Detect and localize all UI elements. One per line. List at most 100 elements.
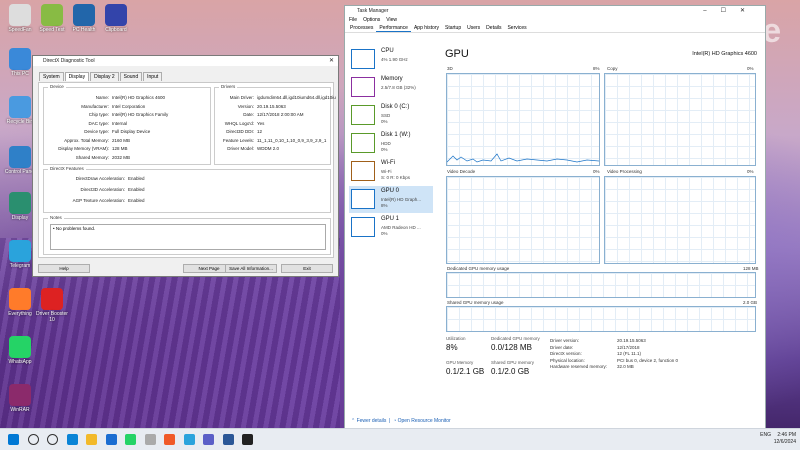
taskmgr-titlebar[interactable]: Task Manager –☐✕ <box>345 6 765 16</box>
info-value: Enabled <box>128 176 145 181</box>
desktop-icon[interactable]: Driver Booster 10 <box>34 288 70 323</box>
sidebar-item-name: Memory <box>381 76 403 82</box>
stat-value: 0.0/128 MB <box>491 343 532 352</box>
taskbar-app-icon[interactable] <box>144 434 156 445</box>
graph-copy[interactable] <box>604 73 756 166</box>
sidebar-item[interactable]: Disk 1 (W:) HDD 0% <box>349 130 433 157</box>
taskbar: ENG 2:46 PM 12/6/2024 <box>0 428 800 450</box>
menu-item[interactable]: File <box>349 17 357 23</box>
info-key: Date: <box>243 112 254 117</box>
sidebar-item[interactable]: GPU 1 AMD Radeon HD ... 0% <box>349 214 433 241</box>
dedicated-memory-max: 128 MB <box>743 266 759 271</box>
info-key: Display Memory (VRAM): <box>58 146 109 151</box>
info-value: igdumdim64.dll,igd10iumd64.dll,igd10iu <box>257 95 336 100</box>
sidebar-item[interactable]: Memory 2.5/7.8 GB (32%) <box>349 74 433 101</box>
clock-time: 2:46 PM <box>777 432 796 438</box>
menu-item[interactable]: View <box>386 17 397 23</box>
dxdiag-titlebar[interactable]: DirectX Diagnostic Tool ✕ <box>33 56 338 66</box>
maximize-icon[interactable]: ☐ <box>721 8 740 14</box>
taskbar-app-icon[interactable] <box>105 434 117 445</box>
shared-memory-max: 2.0 GB <box>743 300 758 305</box>
taskmgr-tab[interactable]: Processes <box>347 24 376 32</box>
taskbar-app-icon[interactable] <box>222 434 234 445</box>
taskbar-app-icon[interactable] <box>47 434 58 445</box>
taskbar-app-icon[interactable] <box>183 434 195 445</box>
dedicated-memory-label: Dedicated GPU memory usage <box>447 266 510 271</box>
taskmgr-tab[interactable]: App history <box>411 24 442 32</box>
taskbar-app-icon[interactable] <box>125 434 136 445</box>
info-key: Version: <box>237 103 254 109</box>
desktop-icon[interactable]: Everything <box>2 288 38 317</box>
desktop-icon[interactable]: WinRAR <box>2 384 38 413</box>
app-icon <box>9 146 31 168</box>
desktop-icon[interactable]: SpeedFan <box>2 4 38 33</box>
taskmgr-tab[interactable]: Users <box>464 24 483 32</box>
taskmgr-tab[interactable]: Details <box>483 24 504 32</box>
info-key: Chip type: <box>88 112 109 117</box>
taskbar-app-icon[interactable] <box>242 434 253 445</box>
sidebar-item[interactable]: CPU 4% 1.90 GHz <box>349 46 433 73</box>
taskmgr-tab[interactable]: Performance <box>376 24 411 32</box>
start-icon[interactable] <box>8 434 19 445</box>
graph-shared-memory[interactable] <box>446 306 756 332</box>
desktop-icon[interactable]: WhatsApp <box>2 336 38 365</box>
taskmgr-title: Task Manager <box>357 8 389 14</box>
info-value: Intel Corporation <box>112 103 146 109</box>
sidebar-thumbnail-graph <box>351 133 375 153</box>
taskbar-app-icon[interactable] <box>164 434 175 445</box>
tray-language[interactable]: ENG <box>760 432 771 438</box>
system-tray[interactable]: ENG 2:46 PM 12/6/2024 <box>760 432 796 446</box>
fewer-details-link[interactable]: Fewer details <box>357 418 387 424</box>
dxdiag-tab[interactable]: System <box>39 72 64 81</box>
graph-dedicated-memory[interactable] <box>446 272 756 298</box>
open-resource-monitor-link[interactable]: Open Resource Monitor <box>398 418 451 424</box>
desktop-icon[interactable]: Speed Test <box>34 4 70 33</box>
menu-item[interactable]: Options <box>363 17 380 23</box>
info-value: Enabled <box>128 187 145 192</box>
dxdiag-tab[interactable]: Input <box>143 72 163 81</box>
dxdiag-tabs: System Display Display 2 Sound Input <box>33 66 338 81</box>
graph-3d[interactable] <box>446 73 600 166</box>
save-info-button[interactable]: Save All Information... <box>225 264 277 273</box>
taskmgr-tab[interactable]: Startup <box>442 24 464 32</box>
info-row: Approx. Total Memory: 2160 MB <box>47 138 130 143</box>
sidebar-item[interactable]: GPU 0 Intel(R) HD Graph... 8% <box>349 186 433 213</box>
info-row: Direct3D Acceleration: Enabled <box>47 187 145 192</box>
gpu-model: Intel(R) HD Graphics 4600 <box>692 51 757 57</box>
app-icon <box>41 4 63 26</box>
help-button[interactable]: Help <box>38 264 90 273</box>
close-icon[interactable]: ✕ <box>740 8 759 14</box>
taskbar-app-icon[interactable] <box>66 434 78 445</box>
graph-copy-pct: 0% <box>747 66 754 71</box>
sidebar-item[interactable]: Wi-Fi Wi-Fi S: 0 R: 0 Kbps <box>349 158 433 185</box>
info-key: Shared Memory: <box>75 154 109 160</box>
info-value: Intel(R) HD Graphics Family <box>112 112 169 117</box>
stat-label: Utilization <box>446 336 466 341</box>
app-icon <box>9 4 31 26</box>
graph-video-decode[interactable] <box>446 176 600 264</box>
desktop-icon-label: Clipboard <box>105 27 127 33</box>
sidebar-item-sub: Wi-Fi <box>381 169 392 174</box>
notes-group: Notes • No problems found. <box>43 215 331 255</box>
dxdiag-tab[interactable]: Display 2 <box>90 72 119 81</box>
info-key: Direct3D DDI: <box>226 129 254 134</box>
minimize-icon[interactable]: – <box>703 8 720 14</box>
desktop-icon[interactable]: Clipboard <box>98 4 134 33</box>
taskbar-app-icon[interactable] <box>86 434 97 445</box>
info-value: 20.19.15.5063 <box>257 103 286 109</box>
graph-video-processing[interactable] <box>604 176 756 264</box>
sidebar-item[interactable]: Disk 0 (C:) SSD 0% <box>349 102 433 129</box>
desktop-icon[interactable]: PC Health <box>66 4 102 33</box>
dxdiag-tab[interactable]: Sound <box>119 72 143 81</box>
notes-box[interactable]: • No problems found. <box>50 224 326 250</box>
taskmgr-tab[interactable]: Services <box>504 24 529 32</box>
dxdiag-tab[interactable]: Display <box>64 72 90 81</box>
taskbar-app-icon[interactable] <box>203 434 214 445</box>
chevron-up-icon[interactable]: ⌃ <box>351 418 355 424</box>
app-icon <box>9 192 31 214</box>
exit-button[interactable]: Exit <box>281 264 333 273</box>
close-icon[interactable]: ✕ <box>329 56 334 66</box>
info-key: Device type: <box>84 129 109 134</box>
app-icon <box>9 384 31 406</box>
search-icon[interactable] <box>27 434 39 445</box>
